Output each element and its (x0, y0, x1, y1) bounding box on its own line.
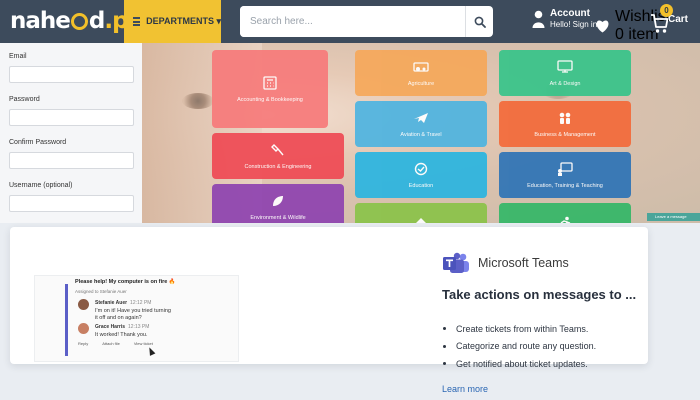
search-bar (240, 6, 493, 37)
logo-text-after: d (88, 8, 106, 34)
departments-button[interactable]: DEPARTMENTS ▾ (124, 0, 221, 43)
bullet-icon (443, 362, 446, 366)
cart-badge: 0 (660, 4, 673, 17)
category-label: Education, Training & Teaching (527, 182, 603, 189)
cart-link[interactable]: 0 Cart (650, 4, 689, 33)
hero-banner: Accounting & Bookkeeping Construction & … (142, 43, 700, 223)
cart-icon (651, 14, 668, 33)
list-item: Create tickets from within Teams. (443, 320, 596, 338)
message-text: it off and on again? (95, 315, 142, 321)
category-label: Agriculture (407, 80, 435, 87)
confirm-password-label: Confirm Password (9, 139, 67, 146)
category-tile[interactable]: Art & Design (499, 50, 631, 96)
leaf-icon (269, 194, 287, 208)
message-text: It worked! Thank you. (95, 332, 148, 338)
teams-heading: Take actions on messages to ... (442, 287, 637, 302)
message-author: Grace Harris 12:13 PM (95, 324, 150, 330)
category-tile[interactable]: Aviation & Travel (355, 101, 487, 147)
hero-photo-detail (182, 93, 214, 109)
category-label: Environment & Wildlife (250, 214, 306, 221)
avatar (78, 299, 89, 310)
avatar (78, 323, 89, 334)
search-input[interactable] (240, 6, 465, 37)
category-tile[interactable]: Agriculture (355, 50, 487, 96)
account-title: Account (550, 8, 590, 19)
departments-label: DEPARTMENTS ▾ (146, 16, 221, 26)
category-tile[interactable]: Business & Management (499, 101, 631, 147)
cursor-icon (146, 346, 156, 356)
signup-form: Email Password Confirm Password Username… (0, 43, 142, 223)
category-label: Aviation & Travel (400, 131, 442, 138)
search-icon (474, 16, 486, 28)
chat-chip[interactable]: Leave a message (647, 213, 700, 221)
arrow-up-icon (412, 216, 430, 223)
thread-title: Please help! My computer is on fire 🔥 (75, 279, 176, 285)
confirm-password-field[interactable] (9, 152, 134, 169)
teams-screenshot: Please help! My computer is on fire 🔥 As… (34, 275, 239, 362)
heart-icon (596, 20, 609, 33)
category-tile[interactable]: Education, Training & Teaching (499, 152, 631, 198)
site-header: nahed.pk DEPARTMENTS ▾ Account Hello! Si… (0, 0, 700, 43)
view-ticket-button[interactable]: View ticket (134, 341, 153, 346)
graduation-icon (412, 162, 430, 176)
account-subtitle: Hello! Sign in (550, 20, 598, 29)
category-tile[interactable] (355, 203, 487, 223)
tool-icon (269, 143, 287, 157)
bullet-icon (443, 327, 446, 331)
message-author: Stefanie Auer 12:12 PM (95, 300, 152, 306)
username-label: Username (optional) (9, 182, 73, 189)
teams-feature-list: Create tickets from within Teams. Catego… (443, 320, 596, 373)
logo-ring-icon (70, 13, 88, 30)
runner-icon (556, 216, 574, 223)
calculator-icon (261, 75, 279, 90)
message-actions: Reply Attach file View ticket (78, 341, 153, 346)
cart-label: Cart (668, 14, 689, 25)
teams-brand: Microsoft Teams (442, 252, 569, 274)
category-label: Education (408, 182, 434, 189)
bullet-icon (443, 344, 446, 348)
email-field[interactable] (9, 66, 134, 83)
reply-button[interactable]: Reply (78, 341, 88, 346)
message-text: I'm on it! Have you tried turning (95, 308, 171, 314)
category-tile[interactable]: Construction & Engineering (212, 133, 344, 179)
people-icon (556, 111, 574, 125)
password-label: Password (9, 96, 40, 103)
category-tile[interactable]: Accounting & Bookkeeping (212, 50, 328, 128)
list-item: Get notified about ticket updates. (443, 355, 596, 373)
logo-text: nahe (10, 8, 71, 34)
category-tile[interactable]: Environment & Wildlife (212, 184, 344, 223)
teams-logo-icon (443, 252, 469, 273)
thread-bar (65, 284, 68, 356)
menu-icon (133, 17, 141, 26)
user-icon (532, 10, 545, 28)
search-button[interactable] (465, 6, 493, 37)
learn-more-link[interactable]: Learn more (442, 384, 488, 394)
teams-brand-name: Microsoft Teams (478, 256, 569, 270)
category-tile[interactable]: Education (355, 152, 487, 198)
category-tile[interactable] (499, 203, 631, 223)
monitor-icon (556, 60, 574, 74)
category-label: Construction & Engineering (244, 163, 312, 170)
password-field[interactable] (9, 109, 134, 126)
page: nahed.pk DEPARTMENTS ▾ Account Hello! Si… (0, 0, 700, 400)
account-link[interactable]: Account Hello! Sign in (532, 8, 597, 30)
category-label: Accounting & Bookkeeping (237, 96, 303, 103)
attach-file-button[interactable]: Attach file (102, 341, 120, 346)
username-field[interactable] (9, 195, 134, 212)
category-label: Art & Design (549, 80, 581, 87)
plane-icon (412, 111, 430, 125)
board-icon (556, 161, 574, 176)
email-label: Email (9, 53, 27, 60)
site-logo[interactable]: nahed.pk (10, 5, 143, 37)
list-item: Categorize and route any question. (443, 338, 596, 356)
category-label: Business & Management (534, 131, 596, 138)
thread-assigned: Assigned to Stefanie Auer (75, 289, 127, 294)
tractor-icon (412, 60, 430, 74)
